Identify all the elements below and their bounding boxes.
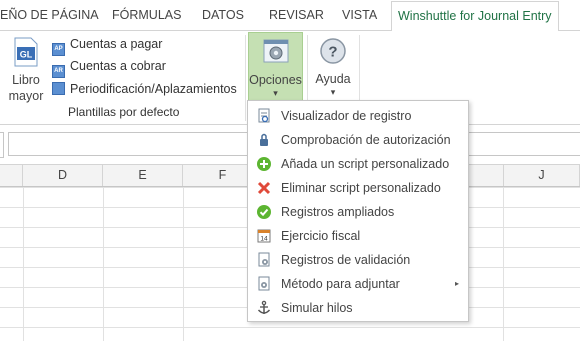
menu-item-label: Registros de validación [281,253,411,267]
cuentas-a-cobrar-button[interactable]: AR Cuentas a cobrar [52,56,166,78]
column-header-e[interactable]: E [103,165,183,186]
authorization-check-icon [260,133,268,146]
menu-item-label: Visualizador de registro [281,109,412,123]
column-header-d[interactable]: D [23,165,103,186]
group-label-plantillas: Plantillas por defecto [68,105,180,119]
accounts-receivable-icon: AR [52,65,65,78]
formula-input[interactable] [8,132,248,156]
formula-input-right[interactable] [469,132,580,156]
menu-item-label: Simular hilos [281,301,353,315]
help-icon-text: ? [328,44,337,61]
submenu-arrow-icon: ▸ [454,279,459,288]
menu-item-autorizacion[interactable]: Comprobación de autorización [248,128,468,152]
tab-formulas[interactable]: FÓRMULAS [112,0,181,31]
group-separator [245,35,246,121]
libro-mayor-button[interactable]: GL Libro mayor [6,37,46,103]
periodificacion-label: Periodificación/Aplazamientos [70,82,237,96]
menu-item-simular-hilos[interactable]: Simular hilos [248,296,468,320]
column-header-partial[interactable] [0,165,23,186]
cuentas-a-pagar-button[interactable]: AP Cuentas a pagar [52,34,163,56]
grid-column-line [23,187,24,341]
general-ledger-icon: GL [14,37,38,67]
accruals-icon [52,82,65,95]
tab-page-layout[interactable]: EÑO DE PÁGINA [0,0,99,31]
ayuda-dropdown-icon: ▾ [330,87,336,97]
tab-view[interactable]: VISTA [342,0,377,31]
accounts-payable-icon: AP [52,43,65,56]
menu-item-label: Registros ampliados [281,205,395,219]
attach-method-icon [258,276,270,291]
anchor-icon [257,300,271,314]
menu-item-metodo-adjuntar[interactable]: Método para adjuntar ▸ [248,272,468,296]
periodificacion-button[interactable]: Periodificación/Aplazamientos [52,79,237,99]
menu-item-visualizador[interactable]: Visualizador de registro [248,104,468,128]
menu-item-label: Añada un script personalizado [281,157,450,171]
ayuda-button[interactable]: ? Ayuda ▾ [311,32,355,101]
opciones-dropdown-menu: Visualizador de registro Comprobación de… [247,100,469,322]
libro-mayor-label-2: mayor [8,89,44,103]
grid-column-line [503,187,504,341]
opciones-label: Opciones [249,73,302,87]
cuentas-a-pagar-label: Cuentas a pagar [70,37,163,51]
menu-item-anadir-script[interactable]: Añada un script personalizado [248,152,468,176]
name-box[interactable] [0,132,4,158]
column-header-j[interactable]: J [503,165,580,186]
ribbon-tab-bar: EÑO DE PÁGINA FÓRMULAS DATOS REVISAR VIS… [0,0,580,32]
check-icon [257,205,271,219]
menu-item-label: Método para adjuntar [281,277,400,291]
menu-item-label: Ejercicio fiscal [281,229,361,243]
cuentas-a-cobrar-label: Cuentas a cobrar [70,59,166,73]
ayuda-label: Ayuda [315,72,351,86]
general-ledger-icon-text: GL [20,50,33,60]
help-icon: ? [320,38,346,64]
log-viewer-icon [258,108,270,123]
add-icon [257,157,271,171]
grid-column-line [183,187,184,341]
validation-log-icon [258,252,270,267]
tab-data[interactable]: DATOS [202,0,244,31]
remove-icon [257,181,271,195]
tab-winshuttle[interactable]: Winshuttle for Journal Entry [391,1,559,32]
svg-text:14: 14 [260,236,268,243]
opciones-dropdown-icon: ▾ [273,88,278,98]
grid-column-line [103,187,104,341]
calendar-icon: 14 [257,229,271,243]
libro-mayor-label-1: Libro [12,73,40,87]
tab-review[interactable]: REVISAR [269,0,324,31]
menu-item-label: Eliminar script personalizado [281,181,441,195]
opciones-button[interactable]: Opciones ▾ [248,32,303,101]
menu-item-registros-ampliados[interactable]: Registros ampliados [248,200,468,224]
options-gear-icon [263,39,288,63]
menu-item-ejercicio-fiscal[interactable]: 14 Ejercicio fiscal [248,224,468,248]
menu-item-label: Comprobación de autorización [281,133,451,147]
menu-item-eliminar-script[interactable]: Eliminar script personalizado [248,176,468,200]
menu-item-registros-validacion[interactable]: Registros de validación [248,248,468,272]
